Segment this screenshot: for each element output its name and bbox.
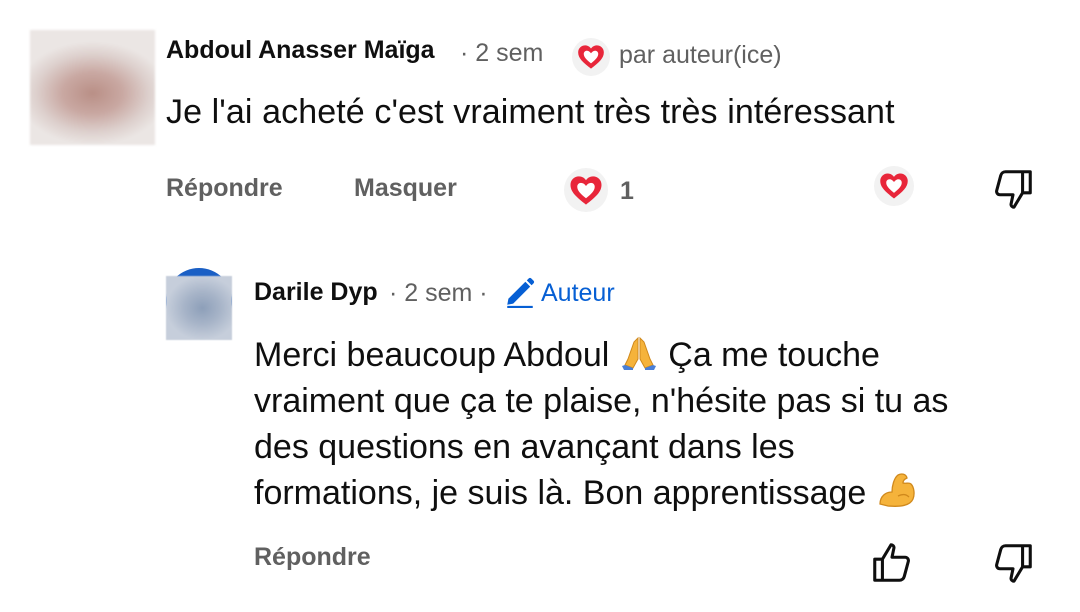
dislike-button[interactable]: [990, 166, 1036, 212]
comment-text: Je l'ai acheté c'est vraiment très très …: [166, 93, 895, 131]
flexed-biceps-emoji: [876, 470, 916, 510]
heart-icon: [880, 173, 908, 199]
thumbs-up-icon: [873, 543, 910, 582]
heart-icon: [578, 45, 604, 69]
hearted-by-creator-label: par auteur(ice): [619, 41, 782, 69]
author-tag: Auteur: [541, 279, 615, 307]
hide-button[interactable]: Masquer: [354, 174, 457, 203]
pencil-icon: [507, 277, 535, 308]
folded-hands-emoji: [619, 332, 659, 372]
reply-timestamp[interactable]: · 2 sem ·: [389, 279, 488, 308]
reply-button[interactable]: Répondre: [254, 543, 371, 572]
thumbs-down-icon: [995, 544, 1032, 583]
reply-author[interactable]: Darile Dyp: [254, 278, 378, 307]
author-badge: [503, 275, 537, 309]
reply-text-line: vraiment que ça te plaise, n'hésite pas …: [254, 382, 949, 420]
creator-heart-badge: [572, 38, 610, 76]
reply-button[interactable]: Répondre: [166, 174, 283, 203]
reply-text-line: Merci beaucoup Abdoul Ça me touche: [254, 332, 1054, 378]
like-count: 1: [620, 177, 634, 205]
reply-text-line: formations, je suis là. Bon apprentissag…: [254, 470, 1054, 516]
reply-text: Merci beaucoup Abdoul Ça me touche vraim…: [254, 332, 1054, 516]
like-button[interactable]: [564, 168, 608, 212]
heart-icon: [570, 175, 602, 205]
like-button[interactable]: [869, 540, 915, 586]
reply-avatar[interactable]: [166, 268, 232, 340]
avatar[interactable]: [30, 30, 155, 145]
comment-timestamp[interactable]: · 2 sem: [460, 39, 543, 68]
reply-text-line: des questions en avançant dans les: [254, 428, 795, 466]
comment-author[interactable]: Abdoul Anasser Maïga: [166, 36, 435, 65]
dislike-button[interactable]: [990, 540, 1036, 586]
thumbs-down-icon: [995, 170, 1032, 209]
heart-button[interactable]: [874, 166, 914, 206]
